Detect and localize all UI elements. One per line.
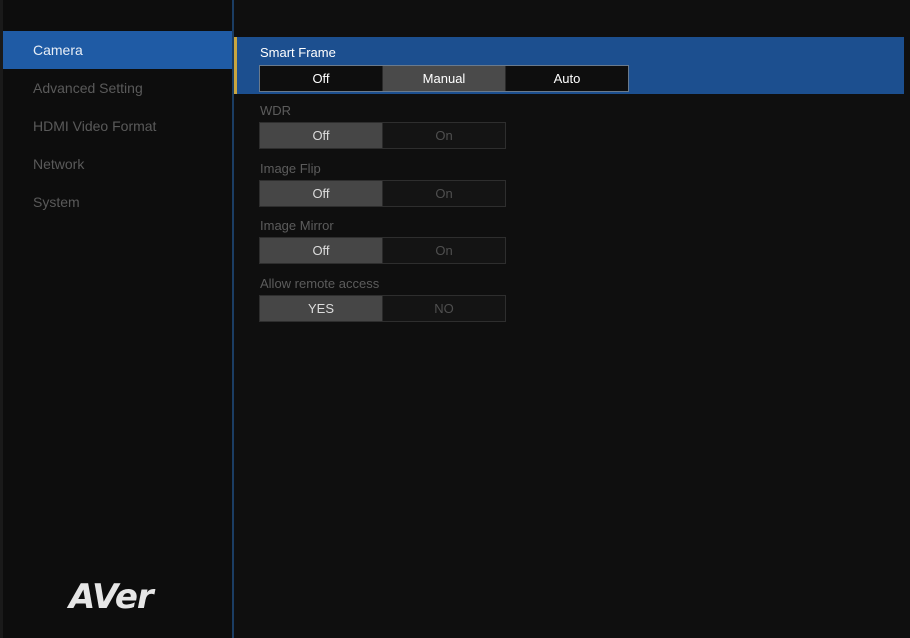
remote-access-option-no[interactable]: NO [383,296,505,321]
remote-access-label: Allow remote access [260,276,380,291]
settings-panel: Smart Frame Off Manual Auto WDR Off On I… [234,0,910,638]
image-flip-label: Image Flip [260,161,321,176]
smart-frame-label: Smart Frame [260,45,336,60]
sidebar-item-advanced-setting[interactable]: Advanced Setting [3,69,232,107]
image-mirror-option-on[interactable]: On [383,238,505,263]
osd-menu-screen: Camera Advanced Setting HDMI Video Forma… [0,0,910,638]
remote-access-selector: YES NO [259,295,506,322]
smart-frame-option-auto[interactable]: Auto [506,66,628,91]
wdr-selector: Off On [259,122,506,149]
wdr-option-on[interactable]: On [383,123,505,148]
wdr-label: WDR [260,103,292,118]
wdr-option-off[interactable]: Off [260,123,383,148]
sidebar-item-camera[interactable]: Camera [3,31,232,69]
image-flip-selector: Off On [259,180,506,207]
smart-frame-option-off[interactable]: Off [260,66,383,91]
image-mirror-selector: Off On [259,237,506,264]
sidebar: Camera Advanced Setting HDMI Video Forma… [3,0,232,638]
sidebar-item-system[interactable]: System [3,183,232,221]
sidebar-nav: Camera Advanced Setting HDMI Video Forma… [3,31,232,221]
image-flip-option-on[interactable]: On [383,181,505,206]
image-mirror-label: Image Mirror [260,218,334,233]
image-flip-option-off[interactable]: Off [260,181,383,206]
aver-logo: AVer [69,577,154,617]
smart-frame-selector: Off Manual Auto [259,65,629,92]
focused-row-edge [234,37,237,94]
sidebar-item-network[interactable]: Network [3,145,232,183]
image-mirror-option-off[interactable]: Off [260,238,383,263]
sidebar-item-hdmi-video-format[interactable]: HDMI Video Format [3,107,232,145]
remote-access-option-yes[interactable]: YES [260,296,383,321]
smart-frame-option-manual[interactable]: Manual [383,66,506,91]
